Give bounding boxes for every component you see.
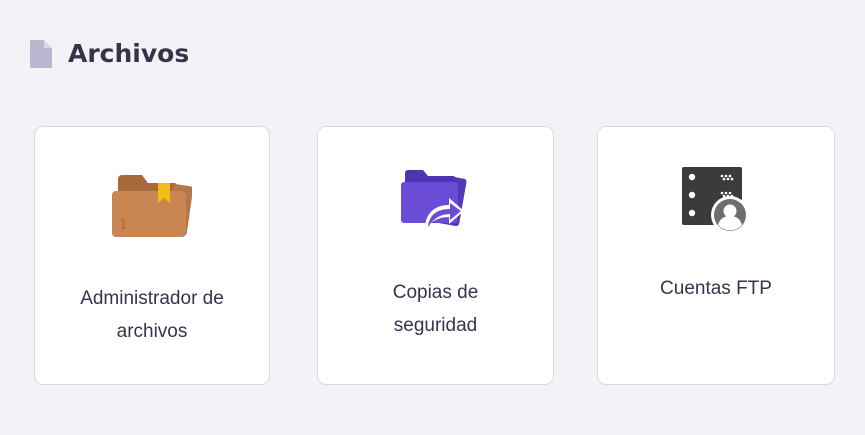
file-manager-folder-icon: 1 <box>112 175 192 237</box>
file-manager-label-line2: archivos <box>116 321 188 342</box>
ftp-accounts-label-line1: Cuentas FTP <box>660 278 772 299</box>
ftp-accounts-label: Cuentas FTP <box>608 272 824 305</box>
ftp-accounts-icon <box>682 167 749 234</box>
backup-label-line1: Copias de <box>392 282 479 303</box>
section-header: Archivos <box>30 38 189 70</box>
file-manager-label: Administrador de archivos <box>45 282 259 348</box>
backup-label-line2: seguridad <box>393 315 478 336</box>
svg-text:1: 1 <box>119 217 128 233</box>
backup-card[interactable]: Copias de seguridad <box>317 126 554 385</box>
file-manager-label-line1: Administrador de <box>80 288 224 309</box>
file-icon <box>30 40 52 68</box>
section-title: Archivos <box>68 39 190 68</box>
ftp-accounts-card[interactable]: Cuentas FTP <box>597 126 835 385</box>
backup-label: Copias de seguridad <box>328 276 543 342</box>
backup-folder-icon <box>400 170 467 229</box>
file-manager-card[interactable]: 1 Administrador de archivos <box>34 126 270 385</box>
